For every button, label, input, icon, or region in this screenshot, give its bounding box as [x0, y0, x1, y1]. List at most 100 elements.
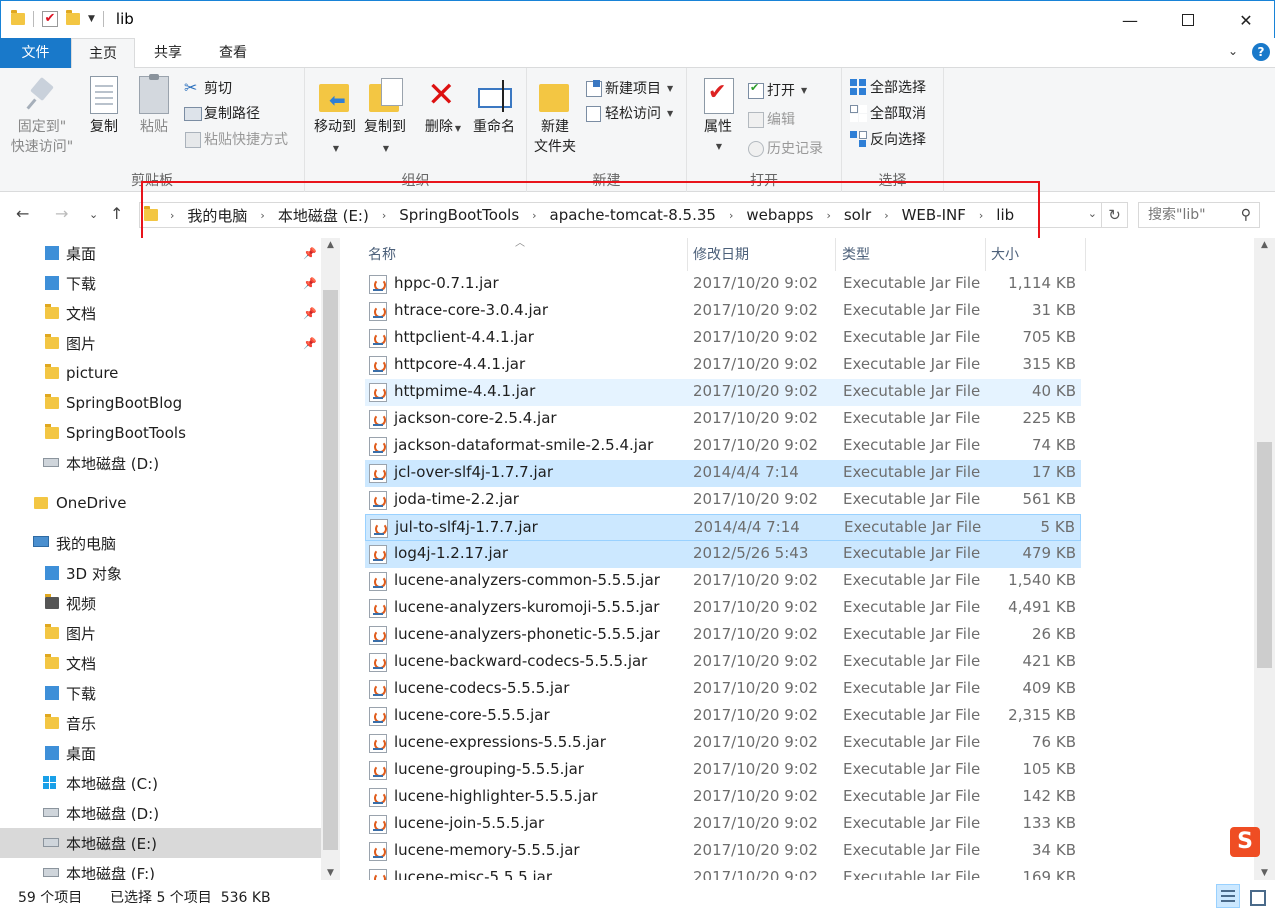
sogou-ime-icon[interactable]: S	[1230, 827, 1260, 857]
table-row[interactable]: jackson-core-2.5.4.jar 2017/10/20 9:02 Exe…	[365, 406, 1081, 433]
sidebar-item-drive-e[interactable]: 本地磁盘 (E:)	[0, 828, 321, 858]
table-row[interactable]: log4j-1.2.17.jar 2012/5/26 5:43 Executable…	[365, 541, 1081, 568]
copy-to-button[interactable]: 复制到 ▼	[361, 76, 409, 159]
large-icons-view-button[interactable]	[1244, 884, 1268, 908]
sidebar-item-picture[interactable]: picture	[0, 358, 321, 388]
table-row[interactable]: joda-time-2.2.jar 2017/10/20 9:02 Executab…	[365, 487, 1081, 514]
table-row[interactable]: lucene-analyzers-phonetic-5.5.5.jar 2017/…	[365, 622, 1081, 649]
sidebar-item-drive-c[interactable]: 本地磁盘 (C:)	[0, 768, 321, 798]
breadcrumb-item[interactable]: SpringBootTools	[397, 206, 521, 224]
easy-access-button[interactable]: 轻松访问 ▼	[585, 101, 673, 125]
folder-icon[interactable]	[11, 10, 25, 25]
close-button[interactable]: ✕	[1217, 1, 1275, 39]
column-divider[interactable]	[1085, 238, 1086, 271]
breadcrumb-separator-icon[interactable]: ›	[815, 209, 841, 222]
table-row[interactable]: lucene-codecs-5.5.5.jar 2017/10/20 9:02 Ex…	[365, 676, 1081, 703]
select-none-button[interactable]: 全部取消	[850, 101, 926, 125]
table-row[interactable]: lucene-analyzers-common-5.5.5.jar 2017/10…	[365, 568, 1081, 595]
delete-button[interactable]: 删除▼	[421, 76, 465, 139]
address-history-chevron-icon[interactable]: ⌄	[1088, 207, 1097, 220]
properties-button[interactable]: 属性 ▼	[697, 76, 739, 157]
breadcrumb-separator-icon[interactable]: ›	[166, 209, 185, 222]
table-row[interactable]: htrace-core-3.0.4.jar 2017/10/20 9:02 Exec…	[365, 298, 1081, 325]
sidebar-item-this-pc[interactable]: 我的电脑	[0, 528, 321, 558]
sidebar-item-3d-objects[interactable]: 3D 对象	[0, 558, 321, 588]
breadcrumb-item[interactable]: 本地磁盘 (E:)	[276, 205, 371, 226]
scroll-up-arrow-icon[interactable]: ▲	[1254, 240, 1275, 250]
scroll-up-arrow-icon[interactable]: ▲	[321, 240, 340, 250]
sidebar-item-videos[interactable]: 视频	[0, 588, 321, 618]
table-row[interactable]: httpcore-4.4.1.jar 2017/10/20 9:02 Executa…	[365, 352, 1081, 379]
column-divider[interactable]	[985, 238, 986, 271]
forward-arrow-icon[interactable]: →	[55, 204, 68, 223]
up-arrow-icon[interactable]: ↑	[110, 204, 123, 223]
scrollbar-thumb[interactable]	[1257, 442, 1272, 668]
pin-quick-access-button[interactable]: 固定到" 快速访问"	[8, 76, 76, 157]
sidebar-item-desktop-pinned[interactable]: 桌面 📌	[0, 238, 321, 268]
sidebar-item-springboottools[interactable]: SpringBootTools	[0, 418, 321, 448]
column-header-size[interactable]: 大小	[991, 244, 1019, 264]
table-row[interactable]: jackson-dataformat-smile-2.5.4.jar 2017/1…	[365, 433, 1081, 460]
tab-view[interactable]: 查看	[200, 38, 266, 68]
sidebar-item-onedrive[interactable]: OneDrive	[0, 488, 321, 518]
customize-toolbar-dropdown-icon[interactable]: ▼	[88, 14, 95, 24]
invert-selection-button[interactable]: 反向选择	[850, 127, 926, 151]
properties-check-icon[interactable]: ✔	[42, 11, 58, 27]
ribbon-collapse-chevron-icon[interactable]: ⌄	[1228, 44, 1238, 58]
open-button[interactable]: 打开 ▼	[747, 78, 807, 102]
sidebar-item-pictures[interactable]: 图片	[0, 618, 321, 648]
column-divider[interactable]	[687, 238, 688, 271]
table-row[interactable]: lucene-misc-5.5.5.jar 2017/10/20 9:02 Exec…	[365, 865, 1081, 880]
address-breadcrumb[interactable]: › 我的电脑 › 本地磁盘 (E:) › SpringBootTools › a…	[139, 202, 1102, 228]
move-to-button[interactable]: 移动到 ▼	[311, 76, 359, 159]
new-folder-button[interactable]: 新建 文件夹	[531, 76, 579, 157]
sidebar-item-desktop[interactable]: 桌面	[0, 738, 321, 768]
back-arrow-icon[interactable]: ←	[16, 204, 29, 223]
breadcrumb-separator-icon[interactable]: ›	[371, 209, 397, 222]
search-input[interactable]: 搜索"lib" ⚲	[1138, 202, 1260, 228]
table-row[interactable]: lucene-backward-codecs-5.5.5.jar 2017/10/…	[365, 649, 1081, 676]
column-header-date[interactable]: 修改日期	[693, 244, 749, 264]
minimize-button[interactable]: —	[1101, 1, 1159, 39]
new-folder-icon[interactable]	[66, 10, 80, 25]
cut-button[interactable]: 剪切	[184, 76, 232, 100]
table-row[interactable]: lucene-memory-5.5.5.jar 2017/10/20 9:02 Ex…	[365, 838, 1081, 865]
pin-icon[interactable]: 📌	[303, 247, 317, 260]
tab-home[interactable]: 主页	[71, 38, 135, 69]
breadcrumb-item[interactable]: apache-tomcat-8.5.35	[548, 206, 718, 224]
sidebar-item-pictures-pinned[interactable]: 图片 📌	[0, 328, 321, 358]
pin-icon[interactable]: 📌	[303, 307, 317, 320]
sidebar-item-drive-f[interactable]: 本地磁盘 (F:)	[0, 858, 321, 880]
sidebar-item-music[interactable]: 音乐	[0, 708, 321, 738]
sidebar-item-drive-d[interactable]: 本地磁盘 (D:)	[0, 798, 321, 828]
column-divider[interactable]	[835, 238, 836, 271]
table-row[interactable]: lucene-join-5.5.5.jar 2017/10/20 9:02 Exec…	[365, 811, 1081, 838]
table-row[interactable]: lucene-core-5.5.5.jar 2017/10/20 9:02 Exec…	[365, 703, 1081, 730]
navigation-scrollbar[interactable]: ▲ ▼	[321, 238, 340, 880]
refresh-button[interactable]: ↻	[1102, 202, 1128, 228]
table-row[interactable]: jcl-over-slf4j-1.7.7.jar 2014/4/4 7:14 Exe…	[365, 460, 1081, 487]
select-all-button[interactable]: 全部选择	[850, 75, 926, 99]
recent-locations-chevron-icon[interactable]: ⌄	[89, 208, 98, 221]
table-row[interactable]: lucene-expressions-5.5.5.jar 2017/10/20 9…	[365, 730, 1081, 757]
breadcrumb-separator-icon[interactable]: ›	[873, 209, 899, 222]
details-view-button[interactable]	[1216, 884, 1240, 908]
sidebar-item-documents[interactable]: 文档	[0, 648, 321, 678]
pin-icon[interactable]: 📌	[303, 277, 317, 290]
breadcrumb-separator-icon[interactable]: ›	[968, 209, 994, 222]
paste-button[interactable]: 粘贴	[134, 74, 174, 137]
paste-shortcut-button[interactable]: 粘贴快捷方式	[184, 127, 288, 151]
sidebar-item-downloads-pinned[interactable]: 下载 📌	[0, 268, 321, 298]
scroll-down-arrow-icon[interactable]: ▼	[1254, 868, 1275, 878]
breadcrumb-separator-icon[interactable]: ›	[249, 209, 275, 222]
breadcrumb-separator-icon[interactable]: ›	[521, 209, 547, 222]
sidebar-item-springbootblog[interactable]: SpringBootBlog	[0, 388, 321, 418]
breadcrumb-separator-icon[interactable]: ›	[718, 209, 744, 222]
scrollbar-thumb[interactable]	[323, 290, 338, 850]
breadcrumb-item[interactable]: WEB-INF	[900, 206, 968, 224]
breadcrumb-item[interactable]: solr	[842, 206, 873, 224]
new-item-button[interactable]: 新建项目 ▼	[585, 76, 673, 100]
table-row[interactable]: httpclient-4.4.1.jar 2017/10/20 9:02 Execu…	[365, 325, 1081, 352]
copy-button[interactable]: 复制	[84, 76, 124, 137]
table-row[interactable]: jul-to-slf4j-1.7.7.jar 2014/4/4 7:14 Execu…	[365, 514, 1081, 541]
